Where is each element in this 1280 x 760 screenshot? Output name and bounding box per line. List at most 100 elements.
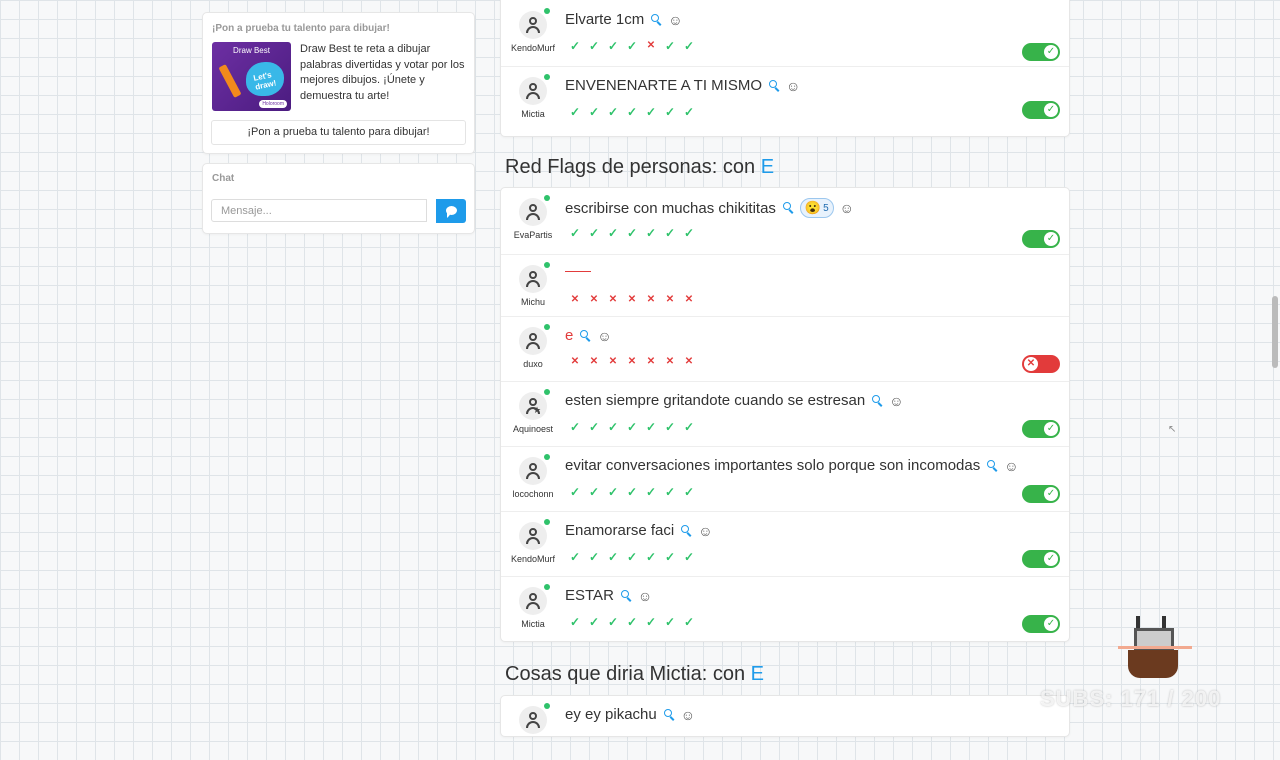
avatar[interactable] <box>519 198 547 226</box>
search-icon[interactable] <box>579 329 591 342</box>
emoji-add-icon[interactable]: ☺ <box>840 201 854 215</box>
validity-toggle[interactable]: ✓ <box>1022 550 1060 568</box>
avatar[interactable] <box>519 265 547 293</box>
validity-toggle[interactable]: ✓ <box>1022 615 1060 633</box>
username[interactable]: Michu <box>504 297 562 307</box>
answer-row: locochonn evitar conversaciones importan… <box>501 446 1069 511</box>
previous-category-card: KendoMurf Elvarte 1cm ☺ ✓ ✓ ✓ ✓ ✕ ✓ ✓ ✓ Mictia… <box>500 0 1070 137</box>
search-icon[interactable] <box>680 524 692 537</box>
avatar[interactable] <box>519 327 547 355</box>
avatar[interactable] <box>519 706 547 734</box>
validity-toggle[interactable]: ✓ <box>1022 43 1060 61</box>
username[interactable]: locochonn <box>504 489 562 499</box>
cross-icon: ✕ <box>684 356 694 367</box>
cross-icon: ✕ <box>646 356 656 367</box>
avatar[interactable] <box>519 11 547 39</box>
search-icon[interactable] <box>663 708 675 721</box>
cross-icon: ✕ <box>608 356 618 367</box>
check-icon: ✓ <box>664 550 676 564</box>
username[interactable]: Mictia <box>504 619 562 629</box>
check-icon: ✓ <box>569 39 581 53</box>
check-icon: ✓ <box>626 105 638 119</box>
check-icon: ✓ <box>626 39 638 53</box>
check-icon: ✓ <box>607 485 619 499</box>
validity-toggle[interactable]: ✓ <box>1022 101 1060 119</box>
answer-row: Mictia ENVENENARTE A TI MISMO ☺ ✓ ✓ ✓ ✓ ✓ ✓ ✓ … <box>501 66 1069 131</box>
search-icon[interactable] <box>650 13 662 26</box>
avatar[interactable] <box>519 457 547 485</box>
answer-label: escribirse con muchas chikititas <box>565 199 776 217</box>
avatar[interactable]: ★ <box>519 392 547 420</box>
reaction-count: 5 <box>823 202 829 214</box>
username[interactable]: KendoMurf <box>504 43 562 53</box>
ad-description: Draw Best te reta a dibujar palabras div… <box>300 43 465 102</box>
check-icon: ✓ <box>664 39 676 53</box>
username[interactable]: Mictia <box>504 109 562 119</box>
emoji-add-icon[interactable]: ☺ <box>889 394 903 408</box>
chat-message-input[interactable]: Mensaje... <box>211 199 427 222</box>
validity-toggle[interactable]: ✓ <box>1022 485 1060 503</box>
cross-icon: ✕ <box>646 294 656 305</box>
chat-panel: Chat Mensaje... <box>202 163 475 234</box>
ad-title: ¡Pon a prueba tu talento para dibujar! <box>212 23 390 34</box>
online-indicator <box>544 8 550 14</box>
check-icon: ✓ <box>607 615 619 629</box>
emoji-add-icon[interactable]: ☺ <box>1004 459 1018 473</box>
page-scrollbar[interactable] <box>1272 296 1278 368</box>
ad-thumbnail[interactable]: Draw Best Let's draw! Holoroom <box>212 42 291 111</box>
search-icon[interactable] <box>871 394 883 407</box>
answer-text: Elvarte 1cm ☺ <box>565 11 683 28</box>
validity-toggle[interactable]: ✓ <box>1022 420 1060 438</box>
check-icon: ✓ <box>569 226 581 240</box>
emoji-add-icon[interactable]: ☺ <box>638 589 652 603</box>
chat-send-button[interactable] <box>436 199 466 223</box>
validity-toggle[interactable]: ✕ <box>1022 355 1060 373</box>
empty-answer-line <box>565 271 591 272</box>
online-indicator <box>544 389 550 395</box>
search-icon[interactable] <box>986 459 998 472</box>
ad-thumbnail-title: Draw Best <box>233 46 270 55</box>
ad-thumbnail-badge: Holoroom <box>259 100 287 108</box>
ad-cta-button[interactable]: ¡Pon a prueba tu talento para dibujar! <box>211 120 466 145</box>
emoji-add-icon[interactable]: ☺ <box>698 524 712 538</box>
check-icon: ✓ <box>607 226 619 240</box>
check-icon: ✓ <box>664 420 676 434</box>
answer-row: ey ey pikachu ☺ <box>501 696 1069 760</box>
search-icon[interactable] <box>782 202 794 214</box>
online-indicator <box>544 195 550 201</box>
check-icon: ✓ <box>569 615 581 629</box>
validity-toggle[interactable]: ✓ <box>1022 230 1060 248</box>
answer-text: ESTAR ☺ <box>565 587 652 604</box>
category-letter: E <box>760 156 775 178</box>
cross-icon: ✕ <box>665 356 675 367</box>
search-icon[interactable] <box>620 589 632 602</box>
avatar[interactable] <box>519 522 547 550</box>
username[interactable]: KendoMurf <box>504 554 562 564</box>
answer-text: ey ey pikachu ☺ <box>565 706 695 723</box>
category-letter: E <box>750 663 765 685</box>
check-icon: ✓ <box>645 420 657 434</box>
emoji-add-icon[interactable]: ☺ <box>681 708 695 722</box>
check-icon: ✓ <box>588 420 600 434</box>
answer-label: e <box>565 327 574 344</box>
vote-list: ✓ ✓ ✓ ✓ ✓ ✓ ✓ <box>568 227 696 239</box>
emoji-add-icon[interactable]: ☺ <box>668 13 682 27</box>
online-indicator <box>544 74 550 80</box>
reaction-badge[interactable]: 😮 5 <box>799 198 834 218</box>
username[interactable]: Aquinoest <box>504 424 562 434</box>
avatar[interactable] <box>519 77 547 105</box>
username[interactable]: EvaPartis <box>504 230 562 240</box>
emoji-add-icon[interactable]: ☺ <box>786 79 800 93</box>
answer-text: e ☺ <box>565 327 612 344</box>
answer-row: Mictia ESTAR ☺ ✓ ✓ ✓ ✓ ✓ ✓ ✓ ✓ <box>501 576 1069 641</box>
check-icon: ✓ <box>607 105 619 119</box>
search-icon[interactable] <box>768 79 780 92</box>
vote-list: ✓ ✓ ✓ ✓ ✓ ✓ ✓ <box>568 421 696 433</box>
answer-row: Michu ✕ ✕ ✕ ✕ ✕ ✕ ✕ <box>501 254 1069 319</box>
avatar[interactable] <box>519 587 547 615</box>
pencil-icon <box>218 64 242 98</box>
emoji-add-icon[interactable]: ☺ <box>597 329 611 343</box>
check-icon: ✓ <box>683 485 695 499</box>
online-indicator <box>544 262 550 268</box>
username[interactable]: duxo <box>504 359 562 369</box>
